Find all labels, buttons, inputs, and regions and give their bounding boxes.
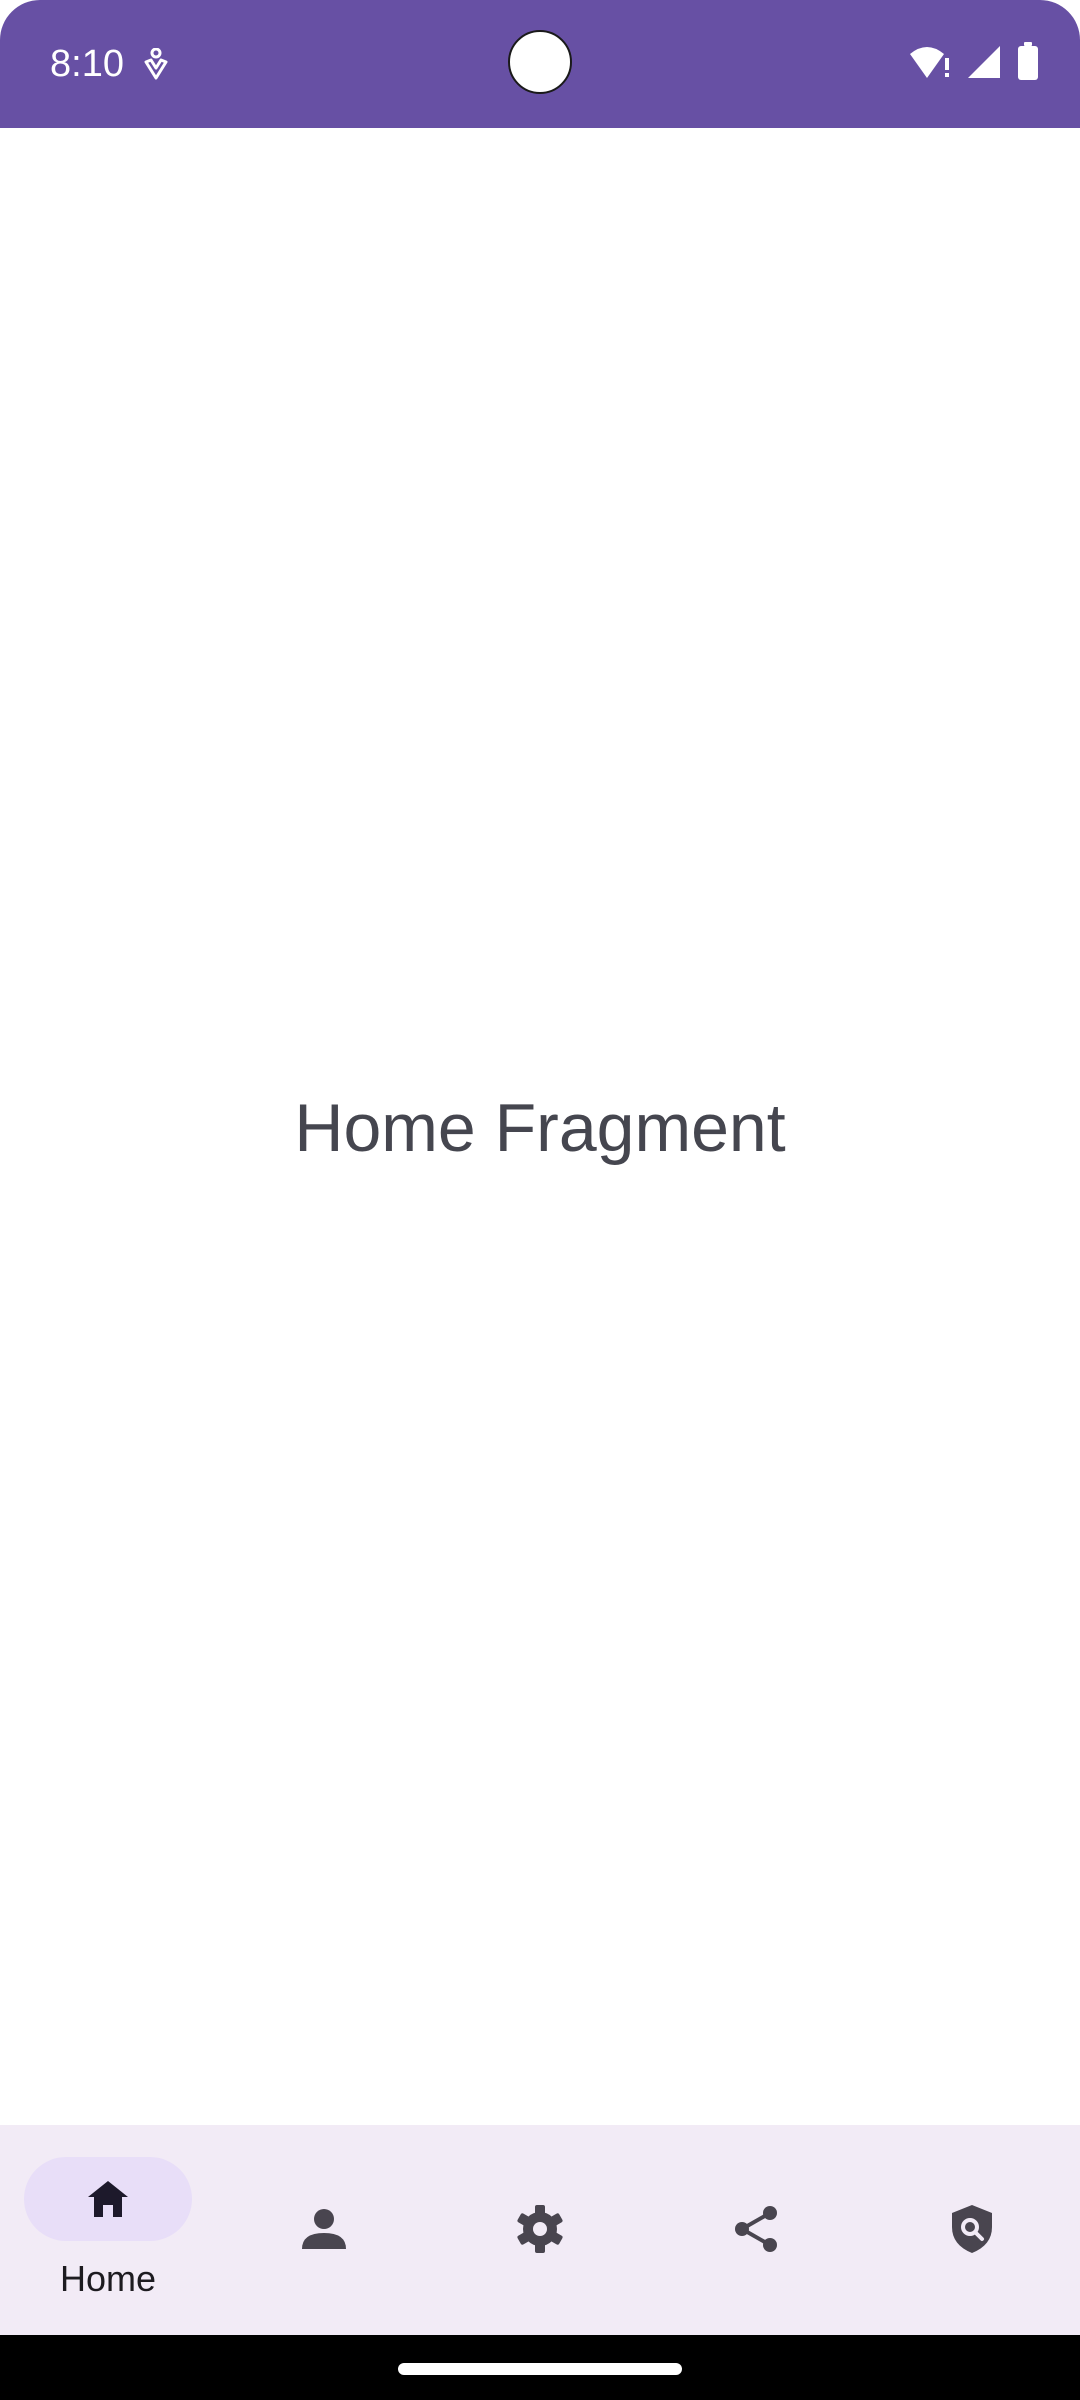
fragment-container: Home Fragment bbox=[0, 128, 1080, 2125]
status-bar: 8:10 bbox=[0, 0, 1080, 128]
bottom-navigation: Home bbox=[0, 2125, 1080, 2335]
status-time: 8:10 bbox=[50, 43, 124, 85]
wifi-alert-icon bbox=[908, 44, 952, 85]
nav-item-settings[interactable] bbox=[432, 2125, 648, 2335]
security-search-icon bbox=[948, 2205, 996, 2253]
nav-item-home[interactable]: Home bbox=[0, 2125, 216, 2335]
cellular-signal-icon bbox=[966, 44, 1002, 85]
nav-label-home: Home bbox=[59, 2258, 157, 2299]
home-icon bbox=[84, 2175, 132, 2223]
settings-gear-icon bbox=[516, 2205, 564, 2253]
camera-cutout bbox=[508, 30, 572, 94]
nav-item-security[interactable] bbox=[864, 2125, 1080, 2335]
nav-item-share[interactable] bbox=[648, 2125, 864, 2335]
accessibility-icon bbox=[142, 47, 170, 82]
gesture-handle[interactable] bbox=[398, 2363, 682, 2375]
share-icon bbox=[732, 2205, 780, 2253]
fragment-title: Home Fragment bbox=[294, 1090, 786, 1166]
system-gesture-bar bbox=[0, 2335, 1080, 2400]
battery-icon bbox=[1016, 41, 1040, 87]
person-icon bbox=[300, 2205, 348, 2253]
nav-item-profile[interactable] bbox=[216, 2125, 432, 2335]
status-icons bbox=[908, 40, 1040, 88]
